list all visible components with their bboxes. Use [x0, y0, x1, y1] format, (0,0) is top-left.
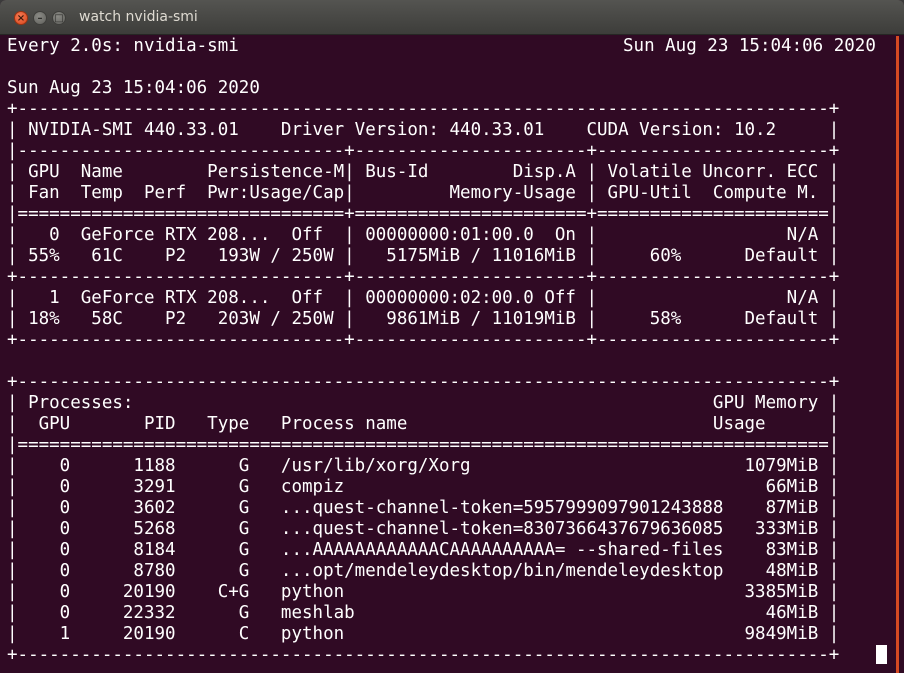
- terminal-line: +---------------------------------------…: [7, 99, 840, 119]
- window-edge: [896, 36, 899, 673]
- terminal-line: | 0 22332 G meshlab 46MiB |: [7, 603, 840, 623]
- terminal-line: | GPU Name Persistence-M| Bus-Id Disp.A …: [7, 162, 840, 182]
- maximize-icon[interactable]: □: [52, 11, 66, 25]
- terminal-line: | 0 GeForce RTX 208... Off | 00000000:01…: [7, 225, 840, 245]
- terminal-line: |=======================================…: [7, 435, 840, 455]
- terminal-line: | 1 GeForce RTX 208... Off | 00000000:02…: [7, 288, 840, 308]
- terminal-line: | NVIDIA-SMI 440.33.01 Driver Version: 4…: [7, 120, 840, 140]
- terminal-line: | 0 1188 G /usr/lib/xorg/Xorg 1079MiB |: [7, 456, 840, 476]
- terminal-line: | 0 3602 G ...quest-channel-token=595799…: [7, 498, 840, 518]
- terminal-line: +---------------------------------------…: [7, 645, 840, 665]
- close-icon[interactable]: ×: [14, 11, 28, 25]
- terminal-line: | Processes: GPU Memory |: [7, 393, 840, 413]
- terminal-line: | GPU PID Type Process name Usage |: [7, 414, 840, 434]
- terminal-line: | 0 8780 G ...opt/mendeleydesktop/bin/me…: [7, 561, 840, 581]
- terminal-line: | 0 20190 C+G python 3385MiB |: [7, 582, 840, 602]
- watch-header-command: Every 2.0s: nvidia-smi: [7, 36, 239, 56]
- terminal-line: | Fan Temp Perf Pwr:Usage/Cap| Memory-Us…: [7, 183, 840, 203]
- terminal-line: | 55% 61C P2 193W / 250W | 5175MiB / 110…: [7, 246, 840, 266]
- terminal-line: | 1 20190 C python 9849MiB |: [7, 624, 840, 644]
- terminal-line: | 0 5268 G ...quest-channel-token=830736…: [7, 519, 840, 539]
- title-bar[interactable]: × – □ watch nvidia-smi: [0, 0, 904, 35]
- text-cursor: [876, 645, 887, 664]
- terminal-line: +-------------------------------+-------…: [7, 267, 840, 287]
- watch-header-timestamp: Sun Aug 23 15:04:06 2020: [623, 36, 876, 56]
- terminal-line: |-------------------------------+-------…: [7, 141, 840, 161]
- terminal-line: | 0 3291 G compiz 66MiB |: [7, 477, 840, 497]
- terminal-window: × – □ watch nvidia-smi Every 2.0s: nvidi…: [0, 0, 904, 673]
- minimize-icon[interactable]: –: [33, 11, 47, 25]
- terminal-line: | 18% 58C P2 203W / 250W | 9861MiB / 110…: [7, 309, 840, 329]
- terminal-output[interactable]: Every 2.0s: nvidia-smi Sun Aug 23 15:04:…: [7, 36, 899, 673]
- terminal-line: +---------------------------------------…: [7, 372, 840, 392]
- terminal-line: Sun Aug 23 15:04:06 2020: [7, 78, 260, 98]
- terminal-line: | 0 8184 G ...AAAAAAAAAAAACAAAAAAAAAA= -…: [7, 540, 840, 560]
- window-title: watch nvidia-smi: [79, 9, 198, 25]
- terminal-line: |===============================+=======…: [7, 204, 840, 224]
- terminal-line: +-------------------------------+-------…: [7, 330, 840, 350]
